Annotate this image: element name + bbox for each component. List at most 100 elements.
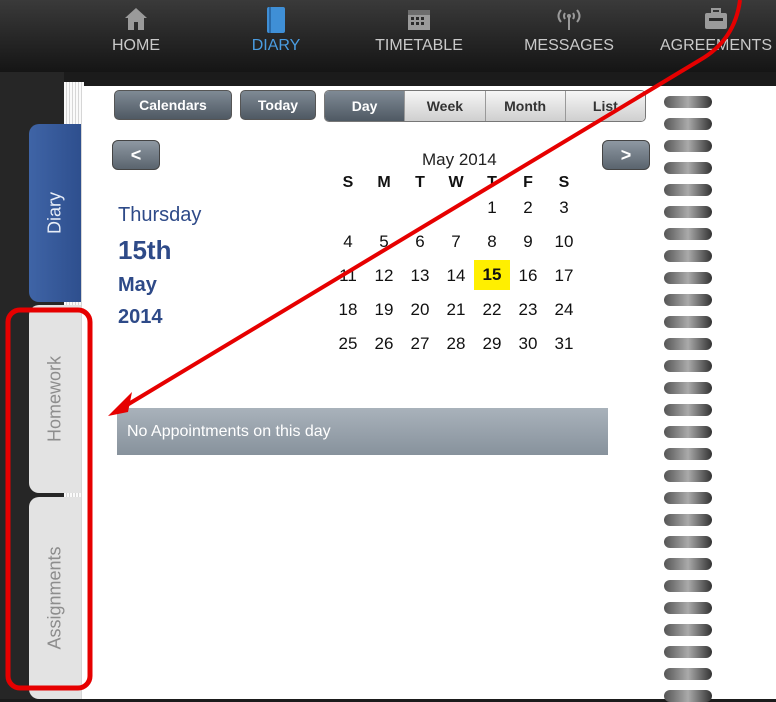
calendar-day[interactable]: 11 (330, 266, 366, 286)
calendar-day[interactable]: 10 (546, 232, 582, 252)
calendar-day[interactable]: 4 (330, 232, 366, 252)
nav-agreements[interactable]: AGREEMENTS (656, 0, 776, 72)
binding-ring (664, 690, 712, 702)
selected-year: 2014 (118, 306, 163, 328)
selected-day: 15th (118, 235, 172, 265)
binding-ring (664, 668, 712, 680)
view-month-button[interactable]: Month (484, 91, 565, 121)
calendar-day[interactable]: 5 (366, 232, 402, 252)
binding-ring (664, 470, 712, 482)
binding-ring (664, 448, 712, 460)
calendar-day[interactable]: 12 (366, 266, 402, 286)
calendar-day[interactable]: 22 (474, 300, 510, 320)
home-icon (96, 6, 176, 32)
binding-ring (664, 646, 712, 658)
binding-ring (664, 580, 712, 592)
view-day-button[interactable]: Day (325, 91, 405, 121)
calendar-day[interactable]: 14 (438, 266, 474, 286)
nav-timetable[interactable]: TIMETABLE (364, 0, 474, 72)
broadcast-icon (514, 6, 624, 32)
weekday-header: T (415, 174, 425, 191)
calendar-icon (364, 6, 474, 32)
calendar-day[interactable]: 24 (546, 300, 582, 320)
weekday-header: M (377, 174, 391, 191)
calendar-day[interactable]: 9 (510, 232, 546, 252)
calendar-day[interactable]: 18 (330, 300, 366, 320)
binding-ring (664, 250, 712, 262)
view-list-button[interactable]: List (564, 91, 645, 121)
nav-home-label: HOME (112, 37, 160, 54)
binding-ring (664, 426, 712, 438)
tab-diary[interactable]: Diary (29, 124, 81, 302)
book-icon (236, 6, 316, 33)
calendar-day[interactable]: 27 (402, 334, 438, 354)
binding-ring (664, 360, 712, 372)
calendar-day[interactable]: 8 (474, 232, 510, 252)
top-navigation-bar: HOME DIARY TIMETABLE MESSAGES AGREEMENTS (0, 0, 776, 72)
view-week-button[interactable]: Week (404, 91, 485, 121)
binding-ring (664, 602, 712, 614)
nav-messages[interactable]: MESSAGES (514, 0, 624, 72)
tab-assignments-label: Assignments (44, 546, 65, 650)
calendar-day-today[interactable]: 15 (474, 260, 510, 290)
previous-month-button[interactable]: < (112, 140, 160, 170)
tab-assignments[interactable]: Assignments (29, 497, 81, 699)
tab-diary-label: Diary (44, 191, 65, 235)
calendar-day[interactable]: 31 (546, 334, 582, 354)
calendar-day[interactable]: 1 (474, 198, 510, 218)
calendar-day[interactable]: 7 (438, 232, 474, 252)
binding-ring (664, 404, 712, 416)
calendar-day[interactable]: 29 (474, 334, 510, 354)
binding-ring (664, 96, 712, 108)
calendar-day[interactable]: 19 (366, 300, 402, 320)
weekday-header: F (523, 174, 533, 191)
nav-home[interactable]: HOME (96, 0, 176, 72)
binding-ring (664, 382, 712, 394)
tab-homework-label: Homework (44, 355, 65, 443)
binding-ring (664, 272, 712, 284)
calendar-day[interactable]: 25 (330, 334, 366, 354)
weekday-header: S (558, 174, 570, 191)
binding-ring (664, 162, 712, 174)
calendar-day[interactable]: 28 (438, 334, 474, 354)
tab-homework[interactable]: Homework (29, 305, 81, 493)
nav-diary-label: DIARY (251, 37, 301, 54)
weekday-header: S (342, 174, 354, 191)
calendar-day[interactable]: 20 (402, 300, 438, 320)
nav-messages-label: MESSAGES (524, 37, 614, 54)
binding-ring (664, 338, 712, 350)
calendar-day[interactable]: 3 (546, 198, 582, 218)
binding-ring (664, 140, 712, 152)
calendar-day[interactable]: 21 (438, 300, 474, 320)
calendar-day[interactable]: 6 (402, 232, 438, 252)
binding-ring (664, 228, 712, 240)
binding-ring (664, 492, 712, 504)
calendar-day[interactable]: 26 (366, 334, 402, 354)
today-button[interactable]: Today (240, 90, 316, 120)
calendar-day[interactable]: 23 (510, 300, 546, 320)
binding-ring (664, 536, 712, 548)
binding-ring (664, 294, 712, 306)
binding-ring (664, 316, 712, 328)
calendars-button[interactable]: Calendars (114, 90, 232, 120)
binding-ring (664, 118, 712, 130)
nav-agreements-label: AGREEMENTS (659, 37, 772, 54)
calendar-day[interactable]: 30 (510, 334, 546, 354)
binding-ring (664, 558, 712, 570)
appointments-empty-banner: No Appointments on this day (117, 408, 608, 455)
view-switcher: Day Week Month List (324, 90, 646, 122)
weekday-header: T (487, 174, 497, 191)
binding-ring (664, 514, 712, 526)
calendar-day[interactable]: 16 (510, 266, 546, 286)
nav-diary[interactable]: DIARY (236, 0, 316, 72)
selected-month: May (118, 274, 157, 296)
weekday-header: W (448, 174, 464, 191)
binding-ring (664, 184, 712, 196)
calendar-day[interactable]: 17 (546, 266, 582, 286)
binding-ring (664, 206, 712, 218)
briefcase-icon (656, 6, 776, 32)
next-month-button[interactable]: > (602, 140, 650, 170)
calendar-month-title: May 2014 (422, 150, 497, 169)
calendar-day[interactable]: 13 (402, 266, 438, 286)
calendar-day[interactable]: 2 (510, 198, 546, 218)
